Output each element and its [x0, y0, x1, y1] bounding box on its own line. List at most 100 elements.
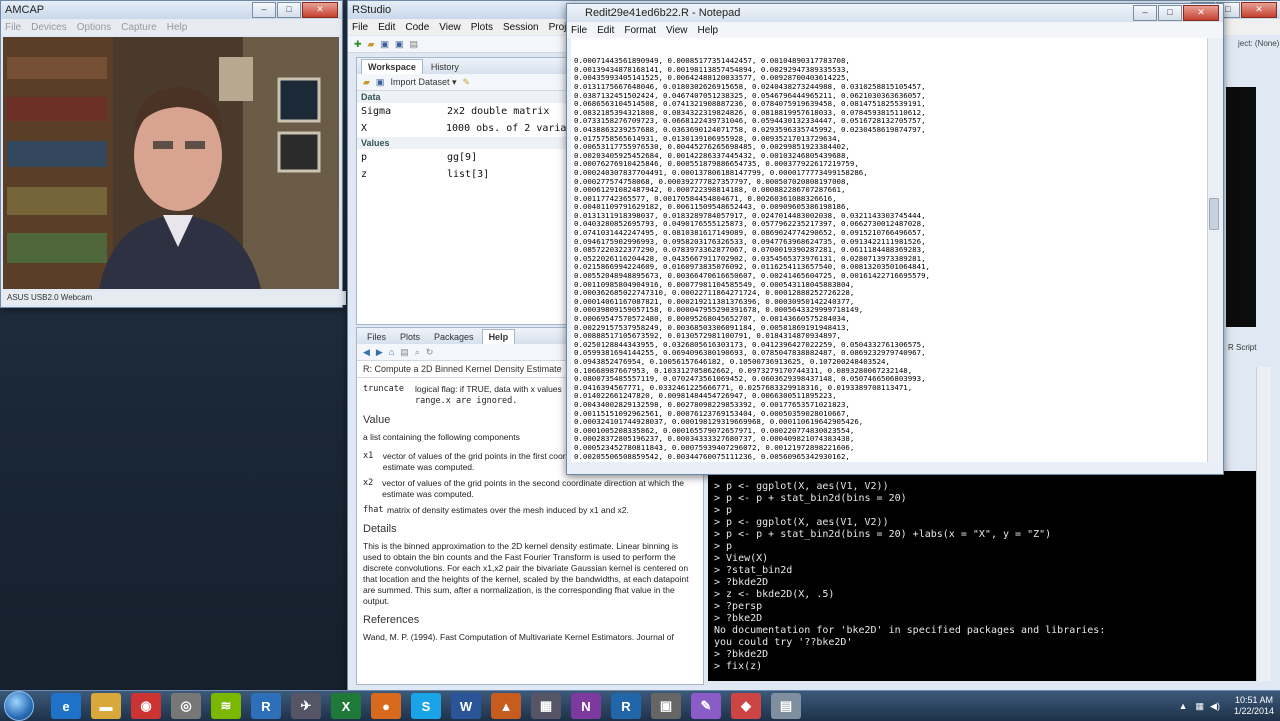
var-value: 1000 obs. of 2 variab: [446, 123, 571, 134]
notepad-titlebar[interactable]: Redit29e41ed6b22.R - Notepad – □ ✕: [567, 4, 1223, 22]
taskbar-glyph: ●: [382, 698, 390, 714]
console-line: No documentation for 'bke2D' in specifie…: [714, 625, 1106, 636]
taskbar-calculator-icon[interactable]: ▦: [531, 693, 561, 719]
rstudio-menu-session[interactable]: Session: [503, 22, 539, 33]
var-name: p: [361, 152, 368, 163]
workspace-row[interactable]: X 1000 obs. of 2 variab: [357, 120, 571, 137]
references-heading: References: [363, 614, 420, 626]
taskbar-ufo-icon[interactable]: ✈: [291, 693, 321, 719]
taskbar-rstudio-blue-icon[interactable]: R: [251, 693, 281, 719]
console-line: > ?bke2D: [714, 613, 763, 624]
taskbar-notepad-icon[interactable]: ▤: [771, 693, 801, 719]
notepad-menu-edit[interactable]: Edit: [597, 25, 614, 36]
rstudio-right-project-label[interactable]: ject: (None): [1238, 39, 1279, 48]
rstudio-menu-code[interactable]: Code: [405, 22, 429, 33]
values-section-header: Values: [357, 137, 571, 149]
notepad-scroll-thumb[interactable]: [1209, 198, 1219, 230]
taskbar-chrome-icon[interactable]: ◉: [131, 693, 161, 719]
rstudio-menu-edit[interactable]: Edit: [378, 22, 395, 33]
taskbar-paint-icon[interactable]: ✎: [691, 693, 721, 719]
amcap-menu-help[interactable]: Help: [167, 22, 188, 33]
taskbar-browser-icon[interactable]: ◆: [731, 693, 761, 719]
taskbar-onenote-icon[interactable]: N: [571, 693, 601, 719]
close-icon[interactable]: ✕: [302, 2, 338, 18]
rstudio-close-icon[interactable]: ✕: [1241, 2, 1277, 18]
webcam-feed: [3, 37, 339, 289]
taskbar-explorer-icon[interactable]: ▬: [91, 693, 121, 719]
back-arrow-icon[interactable]: ◀: [363, 347, 370, 358]
volume-icon[interactable]: ◀): [1210, 701, 1220, 712]
var-name: X: [361, 123, 368, 134]
taskbar: e ▬ ◉ ◎ ≋ R ✈ X ● S W ▲ ▦ N R ▣ ✎ ◆ ▤ ▲ ▦ ◀) 10:51 AM 1/22…: [0, 690, 1280, 721]
amcap-menu-devices[interactable]: Devices: [31, 22, 67, 33]
load-workspace-icon[interactable]: ▰: [363, 77, 370, 88]
import-dataset-button[interactable]: Import Dataset ▾: [390, 77, 456, 88]
print-help-icon[interactable]: ▤: [400, 347, 409, 358]
tab-files[interactable]: Files: [361, 330, 392, 344]
start-button[interactable]: [4, 691, 34, 721]
clock[interactable]: 10:51 AM 1/22/2014: [1234, 695, 1274, 717]
save-workspace-icon[interactable]: ▣: [376, 77, 385, 88]
amcap-menu-capture[interactable]: Capture: [121, 22, 157, 33]
taskbar-matlab-icon[interactable]: ▲: [491, 693, 521, 719]
taskbar-excel-icon[interactable]: X: [331, 693, 361, 719]
console-scrollbar[interactable]: [1256, 367, 1271, 681]
rstudio-main-toolbar: ✚ ▰ ▣ ▣ ▤: [348, 36, 574, 53]
console-line: > ?persp: [714, 601, 763, 612]
taskbar-amcap-icon[interactable]: ◎: [171, 693, 201, 719]
new-file-icon[interactable]: ✚: [354, 39, 362, 50]
amcap-menu-file[interactable]: File: [5, 22, 21, 33]
network-icon[interactable]: ▦: [1196, 701, 1205, 712]
rstudio-menu-view[interactable]: View: [439, 22, 461, 33]
open-file-icon[interactable]: ▰: [368, 39, 375, 50]
minimize-icon[interactable]: –: [252, 2, 276, 18]
broom-icon[interactable]: ✎: [463, 77, 471, 88]
console-line: > p <- ggplot(X, aes(V1, V2)): [714, 481, 889, 492]
taskbar-spotify-icon[interactable]: ≋: [211, 693, 241, 719]
console-line: > p <- p + stat_bin2d(bins = 20) +labs(x…: [714, 529, 1052, 540]
taskbar-glyph: S: [421, 698, 431, 714]
tab-help[interactable]: Help: [481, 329, 516, 344]
taskbar-ie-icon[interactable]: e: [51, 693, 81, 719]
workspace-row[interactable]: p gg[9]: [357, 149, 571, 166]
save-all-icon[interactable]: ▣: [395, 39, 404, 50]
taskbar-tool-icon[interactable]: ▣: [651, 693, 681, 719]
tab-workspace[interactable]: Workspace: [361, 59, 423, 74]
refresh-icon[interactable]: ↻: [426, 347, 434, 358]
taskbar-r-icon[interactable]: R: [611, 693, 641, 719]
tab-plots[interactable]: Plots: [394, 330, 426, 344]
taskbar-skype-icon[interactable]: S: [411, 693, 441, 719]
console-line: > fix(z): [714, 661, 763, 672]
notepad-menu-help[interactable]: Help: [698, 25, 719, 36]
save-icon[interactable]: ▣: [380, 39, 389, 50]
notepad-menu-format[interactable]: Format: [624, 25, 656, 36]
amcap-menu-options[interactable]: Options: [77, 22, 111, 33]
workspace-row[interactable]: z list[3]: [357, 166, 571, 183]
tab-history[interactable]: History: [425, 60, 465, 74]
notepad-scrollbar[interactable]: [1207, 38, 1220, 462]
rstudio-menu-plots[interactable]: Plots: [471, 22, 493, 33]
search-help-icon[interactable]: ⌕: [415, 347, 420, 358]
notepad-menu-view[interactable]: View: [666, 25, 688, 36]
forward-arrow-icon[interactable]: ▶: [376, 347, 383, 358]
rscript-tab[interactable]: R Script: [1228, 343, 1256, 352]
rstudio-menu-file[interactable]: File: [352, 22, 368, 33]
console-pane[interactable]: > p <- ggplot(X, aes(V1, V2)) > p <- p + …: [708, 471, 1256, 681]
notepad-title: Redit29e41ed6b22.R - Notepad: [585, 7, 741, 19]
tray-up-arrow-icon[interactable]: ▲: [1179, 701, 1188, 711]
amcap-titlebar[interactable]: AMCAP – □ ✕: [1, 1, 342, 19]
workspace-row[interactable]: Sigma 2x2 double matrix: [357, 103, 571, 120]
notepad-minimize-icon[interactable]: –: [1133, 5, 1157, 21]
amcap-menubar: File Devices Options Capture Help: [1, 19, 342, 35]
maximize-icon[interactable]: □: [277, 2, 301, 18]
notepad-menu-file[interactable]: File: [571, 25, 587, 36]
notepad-close-icon[interactable]: ✕: [1183, 5, 1219, 21]
notepad-maximize-icon[interactable]: □: [1158, 5, 1182, 21]
tab-packages[interactable]: Packages: [428, 330, 480, 344]
notepad-text-area[interactable]: 0.00071443561890949, 0.00085177351442457…: [571, 38, 1208, 462]
print-icon[interactable]: ▤: [410, 39, 419, 50]
truncate-name: truncate: [363, 384, 404, 394]
taskbar-word-icon[interactable]: W: [451, 693, 481, 719]
home-icon[interactable]: ⌂: [389, 347, 394, 357]
taskbar-firefox-icon[interactable]: ●: [371, 693, 401, 719]
